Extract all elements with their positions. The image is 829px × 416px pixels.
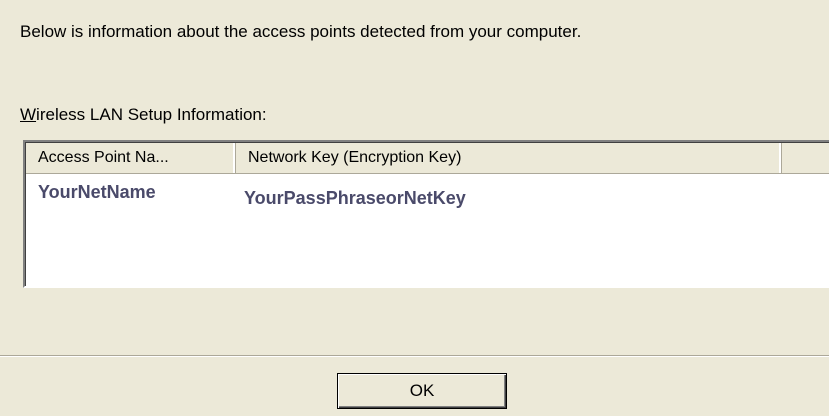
wireless-lan-setup-label: Wireless LAN Setup Information: [20,105,267,125]
intro-text: Below is information about the access po… [20,22,582,41]
column-header-network-key[interactable]: Network Key (Encryption Key) [236,143,782,173]
column-header-extra[interactable] [782,143,829,173]
access-point-list[interactable]: Access Point Na... Network Key (Encrypti… [23,140,829,288]
list-header: Access Point Na... Network Key (Encrypti… [26,143,829,174]
list-item[interactable]: YourNetName YourPassPhraseorNetKey [26,174,829,208]
ok-button[interactable]: OK [337,373,507,409]
divider-highlight [0,356,829,357]
access-point-name-cell: YourNetName [38,182,156,202]
label-mnemonic: W [20,105,37,124]
column-header-access-point-name[interactable]: Access Point Na... [26,143,236,173]
network-key-cell: YourPassPhraseorNetKey [244,188,466,208]
label-rest: ireless LAN Setup Information: [36,105,267,124]
